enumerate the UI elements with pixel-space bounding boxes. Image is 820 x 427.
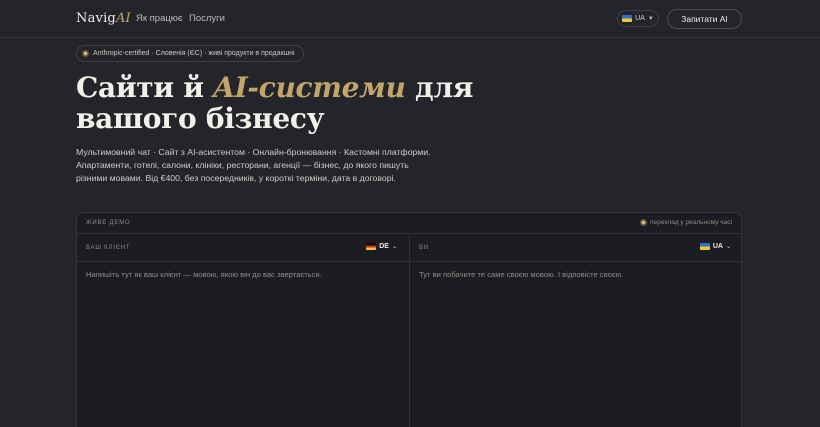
certification-badge: Anthropic-certified · Словенія (ЄС) · жи… (76, 45, 304, 62)
hero-description: Мультимовний чат · Сайт з AI-асистентом … (76, 147, 431, 184)
chevron-down-icon: ⌄ (391, 244, 397, 250)
chevron-down-icon: ▼ (647, 15, 654, 22)
ask-ai-button[interactable]: Запитати AI (667, 9, 742, 29)
client-pane: ВАШ КЛІЄНТ DE ⌄ Напишіть тут як ваш кліє… (77, 234, 410, 427)
client-label: ВАШ КЛІЄНТ (86, 245, 131, 251)
you-pane-header: ВИ UA ⌄ (410, 234, 743, 262)
you-label: ВИ (419, 245, 429, 251)
status-dot-icon (82, 50, 89, 57)
ua-flag-icon (699, 243, 710, 250)
language-selector[interactable]: UA ▼ (617, 10, 659, 27)
badge-text: Anthropic-certified · Словенія (ЄС) · жи… (93, 50, 295, 57)
hero-title-accent: AI-системи (213, 71, 406, 104)
live-text: переклад у реальному часі (650, 219, 732, 226)
nav-how-it-works[interactable]: Як працює (136, 13, 183, 24)
demo-label: ЖИВЕ ДЕМО (86, 220, 131, 226)
nav-services[interactable]: Послуги (189, 13, 225, 24)
live-dot-icon (640, 219, 648, 226)
demo-header: ЖИВЕ ДЕМО переклад у реальному часі (77, 213, 741, 234)
client-language-selector[interactable]: DE ⌄ (366, 243, 397, 250)
hero-title: Сайти й AI-системи для вашого бізнесу (76, 72, 496, 134)
live-translation-indicator: переклад у реальному часі (640, 219, 732, 226)
you-pane: ВИ UA ⌄ Тут ви побачите те саме своєю мо… (410, 234, 743, 427)
de-flag-icon (366, 243, 377, 250)
you-language-selector[interactable]: UA ⌄ (699, 243, 731, 250)
live-demo-panel: ЖИВЕ ДЕМО переклад у реальному часі ВАШ … (76, 212, 743, 427)
client-language-code: DE (379, 243, 389, 250)
hero-title-part1: Сайти й (76, 71, 214, 104)
language-code: UA (635, 15, 645, 22)
client-pane-header: ВАШ КЛІЄНТ DE ⌄ (77, 234, 409, 262)
logo-text: Navig (76, 11, 116, 26)
top-nav: NavigAI Як працює Послуги UA ▼ Запитати … (0, 0, 820, 38)
client-message-input[interactable]: Напишіть тут як ваш клієнт — мовою, якою… (86, 270, 396, 279)
ua-flag-icon (622, 15, 633, 22)
you-language-code: UA (712, 243, 723, 250)
you-message-input[interactable]: Тут ви побачите те саме своєю мовою. І в… (419, 270, 729, 279)
logo[interactable]: NavigAI (76, 11, 131, 26)
chevron-down-icon: ⌄ (725, 244, 731, 250)
logo-ai: AI (115, 11, 131, 26)
